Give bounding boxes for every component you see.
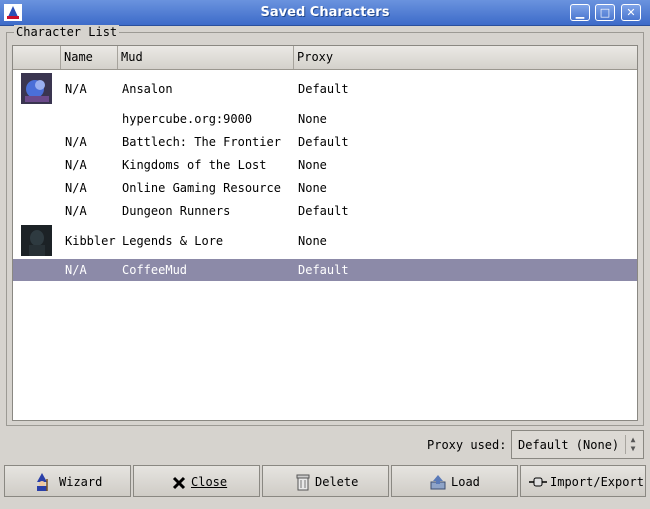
wizard-icon	[37, 473, 48, 491]
column-header-proxy[interactable]: Proxy	[294, 46, 637, 69]
close-label: Close	[191, 475, 227, 489]
title-bar: Saved Characters ▁ □ ✕	[0, 0, 650, 26]
proxy-select-value: Default (None)	[518, 438, 620, 452]
delete-label: Delete	[315, 475, 359, 489]
maximize-button[interactable]: □	[595, 4, 615, 21]
cell-name: Kibbler	[65, 234, 116, 248]
table-row[interactable]: Kibbler Legends & Lore None	[13, 222, 637, 259]
table-row-selected[interactable]: N/A CoffeeMud Default	[13, 259, 637, 281]
cell-proxy: Default	[298, 135, 349, 149]
proxy-used-label: Proxy used:	[427, 438, 507, 452]
table-row[interactable]: N/A Kingdoms of the Lost None	[13, 153, 637, 176]
load-icon	[430, 475, 446, 490]
close-window-button[interactable]: ✕	[621, 4, 641, 21]
cell-mud: CoffeeMud	[122, 263, 188, 277]
cell-name: N/A	[65, 204, 87, 218]
close-label-first: Close	[191, 475, 228, 489]
cell-name: N/A	[65, 263, 87, 277]
proxy-select[interactable]: Default (None) ▲ ▼	[511, 430, 644, 459]
cell-mud: Legends & Lore	[122, 234, 224, 248]
column-header-name[interactable]: Name	[61, 46, 118, 69]
table-row[interactable]: N/A Online Gaming Resource None	[13, 176, 637, 199]
cell-proxy: None	[298, 112, 327, 126]
table-header: Name Mud Proxy	[13, 46, 637, 70]
plug-icon	[529, 477, 547, 487]
table-row[interactable]: hypercube.org:9000 None	[13, 107, 637, 130]
table-row[interactable]: N/A Dungeon Runners Default	[13, 199, 637, 222]
character-avatar	[21, 225, 52, 256]
cell-mud: Ansalon	[122, 82, 173, 96]
cell-name: N/A	[65, 181, 87, 195]
table-row[interactable]: N/A Ansalon Default	[13, 70, 637, 107]
cell-proxy: None	[298, 181, 327, 195]
character-list-label: Character List	[14, 25, 120, 39]
delete-button[interactable]: Delete	[262, 465, 389, 497]
wizard-label: Wizard	[59, 475, 103, 489]
character-table[interactable]: Name Mud Proxy N/A Ansalon Default hyper…	[12, 45, 638, 421]
updown-arrows-icon: ▲ ▼	[625, 435, 640, 454]
cell-proxy: None	[298, 234, 327, 248]
import-export-button[interactable]: Import/Export	[520, 465, 646, 497]
cell-proxy: Default	[298, 204, 349, 218]
cell-proxy: None	[298, 158, 327, 172]
cell-name: N/A	[65, 82, 87, 96]
cell-mud: hypercube.org:9000	[122, 112, 253, 126]
cell-mud: Kingdoms of the Lost	[122, 158, 267, 172]
cell-mud: Dungeon Runners	[122, 204, 231, 218]
minimize-button[interactable]: ▁	[570, 4, 590, 21]
character-avatar	[21, 73, 52, 104]
cell-proxy: Default	[298, 82, 349, 96]
column-header-mud[interactable]: Mud	[118, 46, 294, 69]
window-title: Saved Characters	[260, 5, 390, 20]
column-header-avatar[interactable]	[13, 46, 61, 69]
close-icon	[172, 476, 186, 490]
cell-name: N/A	[65, 135, 87, 149]
cell-mud: Battlech: The Frontier	[122, 135, 281, 149]
wizard-button[interactable]: Wizard	[4, 465, 131, 497]
table-row[interactable]: N/A Battlech: The Frontier Default	[13, 130, 637, 153]
button-bar: Wizard Close Delete Load Import/Export	[4, 465, 646, 497]
load-button[interactable]: Load	[391, 465, 518, 497]
load-label: Load	[451, 475, 480, 489]
close-button[interactable]: Close	[133, 465, 260, 497]
cell-proxy: Default	[298, 263, 349, 277]
import-export-label: Import/Export	[550, 475, 644, 489]
cell-mud: Online Gaming Resource	[122, 181, 281, 195]
cell-name: N/A	[65, 158, 87, 172]
trash-icon	[296, 474, 310, 491]
